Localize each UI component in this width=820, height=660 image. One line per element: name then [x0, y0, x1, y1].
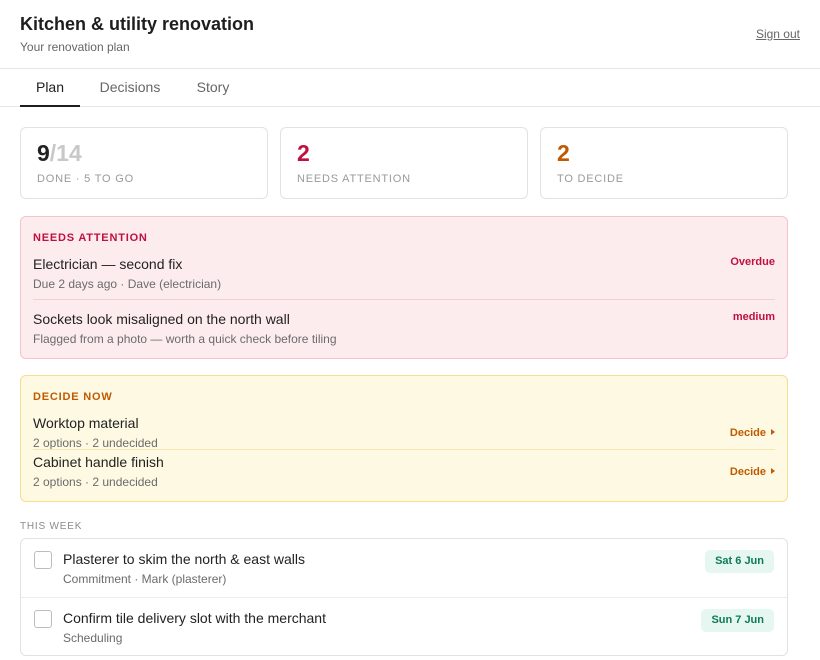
tab-plan[interactable]: Plan [20, 69, 80, 107]
task-title: Confirm tile delivery slot with the merc… [63, 610, 326, 626]
task-meta: Scheduling [63, 631, 123, 645]
page-title: Kitchen & utility renovation [20, 14, 255, 34]
divider [33, 299, 775, 300]
decision-item-title: Worktop material [33, 415, 139, 431]
decide-label: Decide [729, 427, 766, 439]
tab-story[interactable]: Story [192, 69, 234, 107]
overdue-badge: Overdue [730, 256, 775, 268]
needs-attention-panel: NEEDS ATTENTION Electrician — second fix… [20, 216, 788, 359]
task-meta: Commitment · Mark (plasterer) [63, 572, 227, 586]
decide-button[interactable]: Decide [730, 427, 775, 439]
task-title: Plasterer to skim the north & east walls [63, 551, 305, 567]
decision-item-meta: 2 options · 2 undecided [33, 475, 158, 489]
tab-bar: Plan Decisions Story [0, 69, 820, 107]
task-row[interactable]: Confirm tile delivery slot with the merc… [21, 597, 787, 655]
task-row[interactable]: Plasterer to skim the north & east walls… [21, 539, 787, 598]
caret-right-icon [771, 429, 775, 435]
this-week-list: Plasterer to skim the north & east walls… [20, 538, 788, 656]
divider [33, 449, 775, 450]
attention-item-meta: Due 2 days ago · Dave (electrician) [33, 277, 222, 291]
attention-item-meta: Flagged from a photo — worth a quick che… [33, 332, 337, 346]
this-week-heading: THIS WEEK [20, 521, 83, 532]
date-badge: Sat 6 Jun [705, 550, 774, 573]
task-checkbox[interactable] [34, 551, 52, 569]
stat-card-decide: 2 TO DECIDE [540, 127, 788, 199]
decide-button[interactable]: Decide [730, 466, 775, 478]
stat-decide-label: TO DECIDE [557, 173, 624, 185]
needs-attention-heading: NEEDS ATTENTION [33, 232, 148, 244]
decide-now-heading: DECIDE NOW [33, 391, 113, 403]
stat-done-label: DONE · 5 TO GO [37, 173, 134, 185]
attention-item-title: Sockets look misaligned on the north wal… [33, 311, 290, 327]
task-checkbox[interactable] [34, 610, 52, 628]
stat-attention-value: 2 [297, 140, 310, 166]
decision-item-title: Cabinet handle finish [33, 454, 164, 470]
stat-done-value: 9/14 [37, 140, 82, 167]
stat-card-done: 9/14 DONE · 5 TO GO [20, 127, 268, 199]
stat-decide-value: 2 [557, 140, 570, 166]
decision-item-meta: 2 options · 2 undecided [33, 436, 158, 450]
decide-now-panel: DECIDE NOW Worktop material 2 options · … [20, 375, 788, 502]
total-count: /14 [49, 140, 82, 166]
decide-label: Decide [729, 466, 766, 478]
sign-out-link[interactable]: Sign out [756, 27, 800, 41]
attention-item-title: Electrician — second fix [33, 256, 183, 272]
page-subtitle: Your renovation plan [20, 40, 130, 54]
caret-right-icon [771, 468, 775, 474]
severity-badge: medium [732, 311, 775, 323]
stat-card-attention: 2 NEEDS ATTENTION [280, 127, 528, 199]
done-count: 9 [37, 140, 50, 166]
date-badge: Sun 7 Jun [701, 609, 774, 632]
tab-decisions[interactable]: Decisions [98, 69, 162, 107]
app-header: Kitchen & utility renovation Your renova… [0, 0, 820, 69]
stat-attention-label: NEEDS ATTENTION [297, 173, 411, 185]
